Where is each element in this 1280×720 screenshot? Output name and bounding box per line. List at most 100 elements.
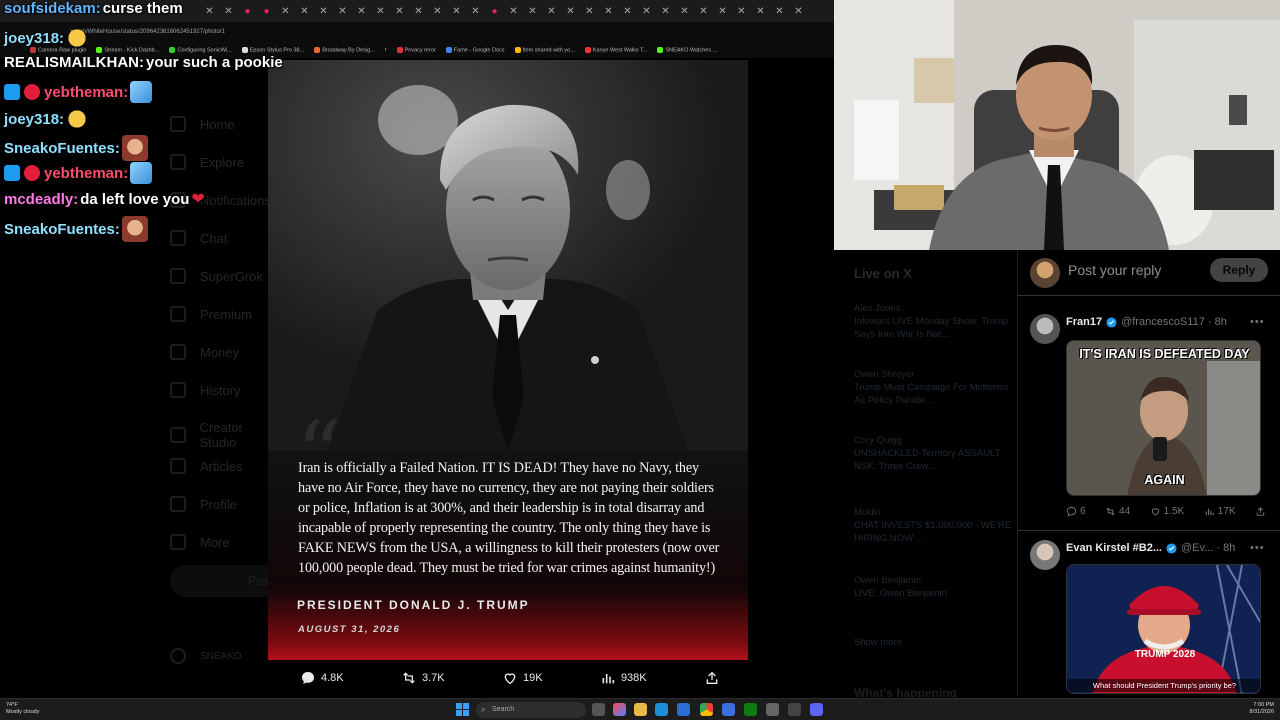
bookmark-item[interactable]: Stream - Kick Dashb... xyxy=(96,46,159,53)
tab-recording-icon[interactable]: ● xyxy=(257,6,276,17)
copilot-icon[interactable] xyxy=(613,703,626,716)
tab-close-icon[interactable]: ✕ xyxy=(770,6,789,17)
share-action[interactable] xyxy=(1255,506,1266,517)
tab-close-icon[interactable]: ✕ xyxy=(428,6,447,17)
taskbar-search-input[interactable]: ⌕ Search xyxy=(476,702,586,718)
reply-author[interactable]: Evan Kirstel #B2... @Ev... · 8h xyxy=(1066,542,1235,554)
more-options-icon[interactable]: ••• xyxy=(1250,316,1265,328)
tab-close-icon[interactable]: ✕ xyxy=(580,6,599,17)
like-action[interactable]: 1.5K xyxy=(1150,506,1184,517)
reply-action[interactable]: 6 xyxy=(1066,506,1086,517)
tab-close-icon[interactable]: ✕ xyxy=(466,6,485,17)
share-action[interactable] xyxy=(704,670,720,686)
more-options-icon[interactable]: ••• xyxy=(1250,542,1265,554)
tab-recording-icon[interactable]: ● xyxy=(485,6,504,17)
weather-widget[interactable]: 74°F Mostly cloudy xyxy=(6,702,39,716)
like-action[interactable]: 19K xyxy=(502,670,543,686)
tab-close-icon[interactable]: ✕ xyxy=(314,6,333,17)
chrome-icon[interactable] xyxy=(700,703,713,716)
avatar[interactable] xyxy=(1030,540,1060,570)
reply-media[interactable]: TRUMP 2028 What should President Trump's… xyxy=(1066,564,1261,694)
tab-close-icon[interactable]: ✕ xyxy=(599,6,618,17)
live-item[interactable]: Mckiki CHAT INVESTS $1,000,000 - WE'RE H… xyxy=(854,506,1014,545)
tab-close-icon[interactable]: ✕ xyxy=(352,6,371,17)
tab-close-icon[interactable]: ✕ xyxy=(675,6,694,17)
post-date: AUGUST 31, 2026 xyxy=(298,624,401,635)
bookmark-item[interactable]: Kanye West Walks T... xyxy=(584,46,647,53)
xbox-icon[interactable] xyxy=(744,703,757,716)
show-more-link[interactable]: Show more xyxy=(854,636,1014,649)
nav-premium[interactable]: Premium xyxy=(170,306,252,322)
nav-articles[interactable]: Articles xyxy=(170,458,243,474)
nav-money[interactable]: Money xyxy=(170,344,239,360)
live-item[interactable]: Owen Benjamin LIVE: Owen Benjamin xyxy=(854,574,1014,600)
live-item[interactable]: Alex Jones Infowars LIVE Monday Show: Tr… xyxy=(854,302,1014,341)
views-action[interactable]: 938K xyxy=(600,670,647,686)
task-view-icon[interactable] xyxy=(592,703,605,716)
nav-profile[interactable]: Profile xyxy=(170,496,237,512)
nav-chat[interactable]: Chat xyxy=(170,230,227,246)
nav-home[interactable]: Home xyxy=(170,116,235,132)
bookmark-item[interactable]: Item shared with yo... xyxy=(514,46,575,53)
tab-close-icon[interactable]: ✕ xyxy=(523,6,542,17)
views-action[interactable]: 17K xyxy=(1204,506,1236,517)
tab-close-icon[interactable]: ✕ xyxy=(390,6,409,17)
bookmark-item[interactable]: r xyxy=(385,47,387,53)
nav-history[interactable]: History xyxy=(170,382,240,398)
tab-close-icon[interactable]: ✕ xyxy=(656,6,675,17)
reply-button[interactable]: Reply xyxy=(1210,258,1268,282)
tab-recording-icon[interactable]: ● xyxy=(238,6,257,17)
bookmark-item[interactable]: Configuring SonicWi... xyxy=(169,46,232,53)
bookmark-item[interactable]: Privacy error xyxy=(396,46,436,53)
live-item[interactable]: Cory Quigg UNSHACKLED Territory ASSAULT … xyxy=(854,434,1014,473)
tab-close-icon[interactable]: ✕ xyxy=(447,6,466,17)
avatar[interactable] xyxy=(1030,314,1060,344)
tab-close-icon[interactable]: ✕ xyxy=(637,6,656,17)
tab-close-icon[interactable]: ✕ xyxy=(732,6,751,17)
edge-icon[interactable] xyxy=(655,703,668,716)
tab-close-icon[interactable]: ✕ xyxy=(409,6,428,17)
reply-media[interactable]: IT'S IRAN IS DEFEATED DAY AGAIN xyxy=(1066,340,1261,496)
account-switcher[interactable]: SNEAKO xyxy=(170,648,242,664)
bookmark-item[interactable]: Fame - Google Docs xyxy=(445,46,505,53)
reply-action[interactable]: 4.8K xyxy=(300,670,344,686)
tab-close-icon[interactable]: ✕ xyxy=(694,6,713,17)
repost-action[interactable]: 3.7K xyxy=(401,670,445,686)
live-item[interactable]: Owen Shroyer Trump Must Campaign For Mid… xyxy=(854,368,1014,407)
tab-close-icon[interactable]: ✕ xyxy=(751,6,770,17)
address-bar[interactable]: x.com/WhiteHouse/status/2096423616062451… xyxy=(70,26,710,38)
tab-close-icon[interactable]: ✕ xyxy=(713,6,732,17)
tab-close-icon[interactable]: ✕ xyxy=(542,6,561,17)
tab-close-icon[interactable]: ✕ xyxy=(504,6,523,17)
file-explorer-icon[interactable] xyxy=(634,703,647,716)
tab-close-icon[interactable]: ✕ xyxy=(371,6,390,17)
reply-author[interactable]: Fran17 @francescoS117 · 8h xyxy=(1066,316,1227,328)
tab-close-icon[interactable]: ✕ xyxy=(789,6,808,17)
tab-close-icon[interactable]: ✕ xyxy=(333,6,352,17)
tab-close-icon[interactable]: ✕ xyxy=(276,6,295,17)
tab-close-icon[interactable]: ✕ xyxy=(561,6,580,17)
nav-creator-studio[interactable]: Creator Studio xyxy=(170,420,280,450)
post-photo[interactable]: “ Iran is officially a Failed Nation. IT… xyxy=(268,60,748,660)
store-icon[interactable] xyxy=(677,703,690,716)
tab-close-icon[interactable]: ✕ xyxy=(219,6,238,17)
bookmark-item[interactable]: SNEAKO Watches ... xyxy=(657,46,717,53)
bookmark-item[interactable]: Broadway By Desig... xyxy=(314,46,375,53)
taskbar-clock[interactable]: 7:00 PM 8/31/2026 xyxy=(1240,702,1274,716)
nav-supergrok[interactable]: SuperGrok xyxy=(170,268,263,284)
tab-close-icon[interactable]: ✕ xyxy=(295,6,314,17)
bookmark-item[interactable]: Epson Stylus Pro 38... xyxy=(241,46,304,53)
reply-post[interactable]: Evan Kirstel #B2... @Ev... · 8h ••• TRUM… xyxy=(1018,534,1280,696)
discord-icon[interactable] xyxy=(810,703,823,716)
vscode-icon[interactable] xyxy=(722,703,735,716)
nav-explore[interactable]: Explore xyxy=(170,154,244,170)
obs-icon[interactable] xyxy=(788,703,801,716)
tab-close-icon[interactable]: ✕ xyxy=(200,6,219,17)
windows-start-icon[interactable] xyxy=(456,703,469,716)
reply-post[interactable]: Fran17 @francescoS117 · 8h ••• IT'S IRAN… xyxy=(1018,308,1280,528)
app-icon[interactable] xyxy=(766,703,779,716)
tab-close-icon[interactable]: ✕ xyxy=(618,6,637,17)
nav-more[interactable]: More xyxy=(170,534,230,550)
repost-action[interactable]: 44 xyxy=(1105,506,1130,517)
reply-input[interactable]: Post your reply xyxy=(1068,262,1161,278)
